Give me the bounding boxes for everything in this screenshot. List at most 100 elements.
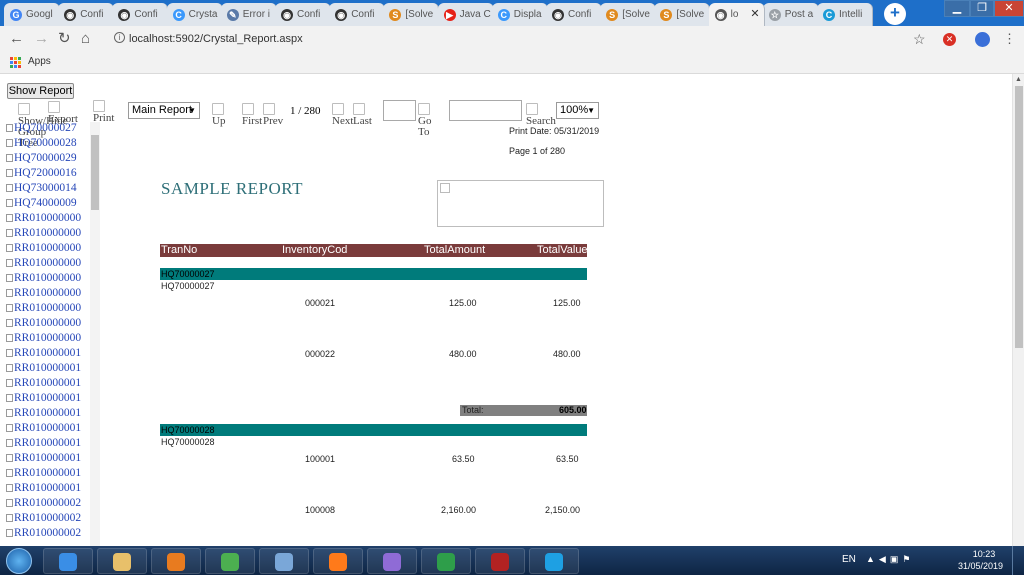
search-input[interactable] <box>449 100 522 121</box>
tab-15[interactable]: C Intelli <box>817 3 873 26</box>
group-tree-node[interactable]: RR010000001 <box>6 377 81 389</box>
group-tree-node[interactable]: RR010000002 <box>6 527 81 539</box>
maximize-button[interactable]: ❐ <box>970 0 994 17</box>
tab-12[interactable]: S [Solve <box>654 3 711 26</box>
group-tree-node[interactable]: RR010000000 <box>6 242 81 254</box>
visual-studio-taskbar-button[interactable] <box>367 548 417 574</box>
zoom-select[interactable]: 100% ▼ <box>556 102 599 119</box>
tab-13[interactable]: ◉ lo ✕ <box>708 3 765 26</box>
home-icon[interactable]: ⌂ <box>81 30 90 48</box>
close-tab-icon[interactable]: ✕ <box>750 7 759 20</box>
group-tree-node[interactable]: HQ70000029 <box>6 152 77 164</box>
start-button[interactable] <box>6 548 32 574</box>
menu-icon[interactable]: ⋮ <box>1003 30 1016 48</box>
group-tree-node[interactable]: RR010000001 <box>6 482 81 494</box>
group-tree-node[interactable]: RR010000000 <box>6 332 81 344</box>
group-tree-node[interactable]: HQ70000028 <box>6 137 77 149</box>
system-tray-icons[interactable]: ▲◀▣⚑ <box>866 554 914 565</box>
group-tree-node[interactable]: RR010000001 <box>6 407 81 419</box>
chrome-taskbar-button[interactable] <box>205 548 255 574</box>
clock-date[interactable]: 31/05/2019 <box>958 561 1003 571</box>
tab-6[interactable]: ◉ Confi <box>329 3 386 26</box>
skype-taskbar-button[interactable] <box>529 548 579 574</box>
file-explorer-taskbar-button[interactable] <box>97 548 147 574</box>
group-tree-node[interactable]: RR010000001 <box>6 452 81 464</box>
goto-page-input[interactable] <box>383 100 416 121</box>
group-tree-node[interactable]: RR010000001 <box>6 362 81 374</box>
last-page-button[interactable]: Last <box>353 103 372 127</box>
show-desktop-button[interactable] <box>1012 546 1024 575</box>
info-icon[interactable]: i <box>114 32 125 43</box>
group-tree-node[interactable]: RR010000001 <box>6 467 81 479</box>
first-page-button[interactable]: First <box>242 103 262 127</box>
row-inventory-code: 000021 <box>305 298 336 308</box>
search-button[interactable]: Search <box>526 103 556 127</box>
prev-page-button[interactable]: Prev <box>263 103 283 127</box>
group-tree-node[interactable]: RR010000002 <box>6 512 81 524</box>
group-tree-scrollbar[interactable] <box>90 122 100 546</box>
goto-button[interactable]: Go To <box>418 103 432 138</box>
group-tree-node[interactable]: RR010000000 <box>6 287 81 299</box>
group-tree-node[interactable]: HQ70000027 <box>6 122 77 134</box>
forward-icon[interactable]: → <box>34 30 49 48</box>
omnibox[interactable]: i localhost:5902/Crystal_Report.aspx <box>103 29 938 50</box>
up-button[interactable]: Up <box>212 103 225 127</box>
back-icon[interactable]: ← <box>9 30 24 48</box>
new-tab-button[interactable]: + <box>884 3 906 25</box>
tab-10[interactable]: ◉ Confi <box>546 3 602 26</box>
green-app-taskbar-button[interactable] <box>421 548 471 574</box>
minimize-button[interactable]: ▁ <box>944 0 970 17</box>
group-tree-node[interactable]: RR010000000 <box>6 227 81 239</box>
tab-8[interactable]: ▶ Java C <box>437 3 494 26</box>
page-scrollbar-thumb[interactable] <box>1015 86 1023 348</box>
tab-9[interactable]: C Displa <box>491 3 548 26</box>
group-tree-node[interactable]: HQ74000009 <box>6 197 77 209</box>
tab-label: Confi <box>297 9 321 20</box>
bookmark-star-icon[interactable]: ☆ <box>913 30 926 48</box>
group-tree-node[interactable]: RR010000001 <box>6 422 81 434</box>
apps-bookmark[interactable]: Apps <box>28 56 51 67</box>
remote-desktop-taskbar-button[interactable] <box>259 548 309 574</box>
tab-label: Confi <box>351 9 375 20</box>
group-tree-node[interactable]: HQ73000014 <box>6 182 77 194</box>
group-tree-node[interactable]: RR010000000 <box>6 257 81 269</box>
tab-5[interactable]: ◉ Confi <box>275 3 331 26</box>
clock-time[interactable]: 10:23 <box>968 549 1000 559</box>
group-tree-scrollbar-thumb[interactable] <box>91 135 99 210</box>
close-window-button[interactable]: ✕ <box>994 0 1024 17</box>
group-tree-node[interactable]: HQ72000016 <box>6 167 77 179</box>
tab-4[interactable]: ✎ Error i <box>220 3 277 26</box>
tab-1[interactable]: ◉ Confi <box>58 3 115 26</box>
ie-taskbar-button[interactable] <box>43 548 93 574</box>
tab-7[interactable]: S [Solve <box>383 3 440 26</box>
profile-avatar[interactable] <box>975 32 990 47</box>
page-scrollbar[interactable]: ▲ <box>1012 74 1024 546</box>
tab-0[interactable]: G Googl <box>4 3 60 26</box>
language-indicator[interactable]: EN <box>842 554 856 565</box>
group-tree-node[interactable]: RR010000001 <box>6 392 81 404</box>
flag-app-taskbar-button[interactable] <box>475 548 525 574</box>
image-placeholder-icon <box>212 103 224 115</box>
print-button[interactable]: Print <box>93 100 114 124</box>
group-tree-node[interactable]: RR010000000 <box>6 212 81 224</box>
group-tree-node[interactable]: RR010000001 <box>6 347 81 359</box>
media-player-taskbar-button[interactable] <box>151 548 201 574</box>
firefox-taskbar-button[interactable] <box>313 548 363 574</box>
group-tree-node[interactable]: RR010000000 <box>6 302 81 314</box>
tab-11[interactable]: S [Solve <box>600 3 657 26</box>
group-tree-node[interactable]: RR010000000 <box>6 317 81 329</box>
group-tree-node[interactable]: RR010000001 <box>6 437 81 449</box>
group-tree-node[interactable]: RR010000002 <box>6 497 81 509</box>
row-total-value: 480.00 <box>553 349 581 359</box>
extension-blocked-icon[interactable]: ✕ <box>943 33 956 46</box>
tree-node-label: HQ70000028 <box>14 137 77 149</box>
apps-grid-icon[interactable] <box>10 57 21 68</box>
report-select[interactable]: Main Report ▼ <box>128 102 200 119</box>
next-page-button[interactable]: Next <box>332 103 353 127</box>
tab-14[interactable]: ☆ Post a <box>762 3 819 26</box>
tab-2[interactable]: ◉ Confi <box>112 3 169 26</box>
reload-icon[interactable]: ↻ <box>58 30 71 48</box>
tab-3[interactable]: C Crysta <box>166 3 223 26</box>
show-report-button[interactable]: Show Report <box>7 83 74 99</box>
group-tree-node[interactable]: RR010000000 <box>6 272 81 284</box>
